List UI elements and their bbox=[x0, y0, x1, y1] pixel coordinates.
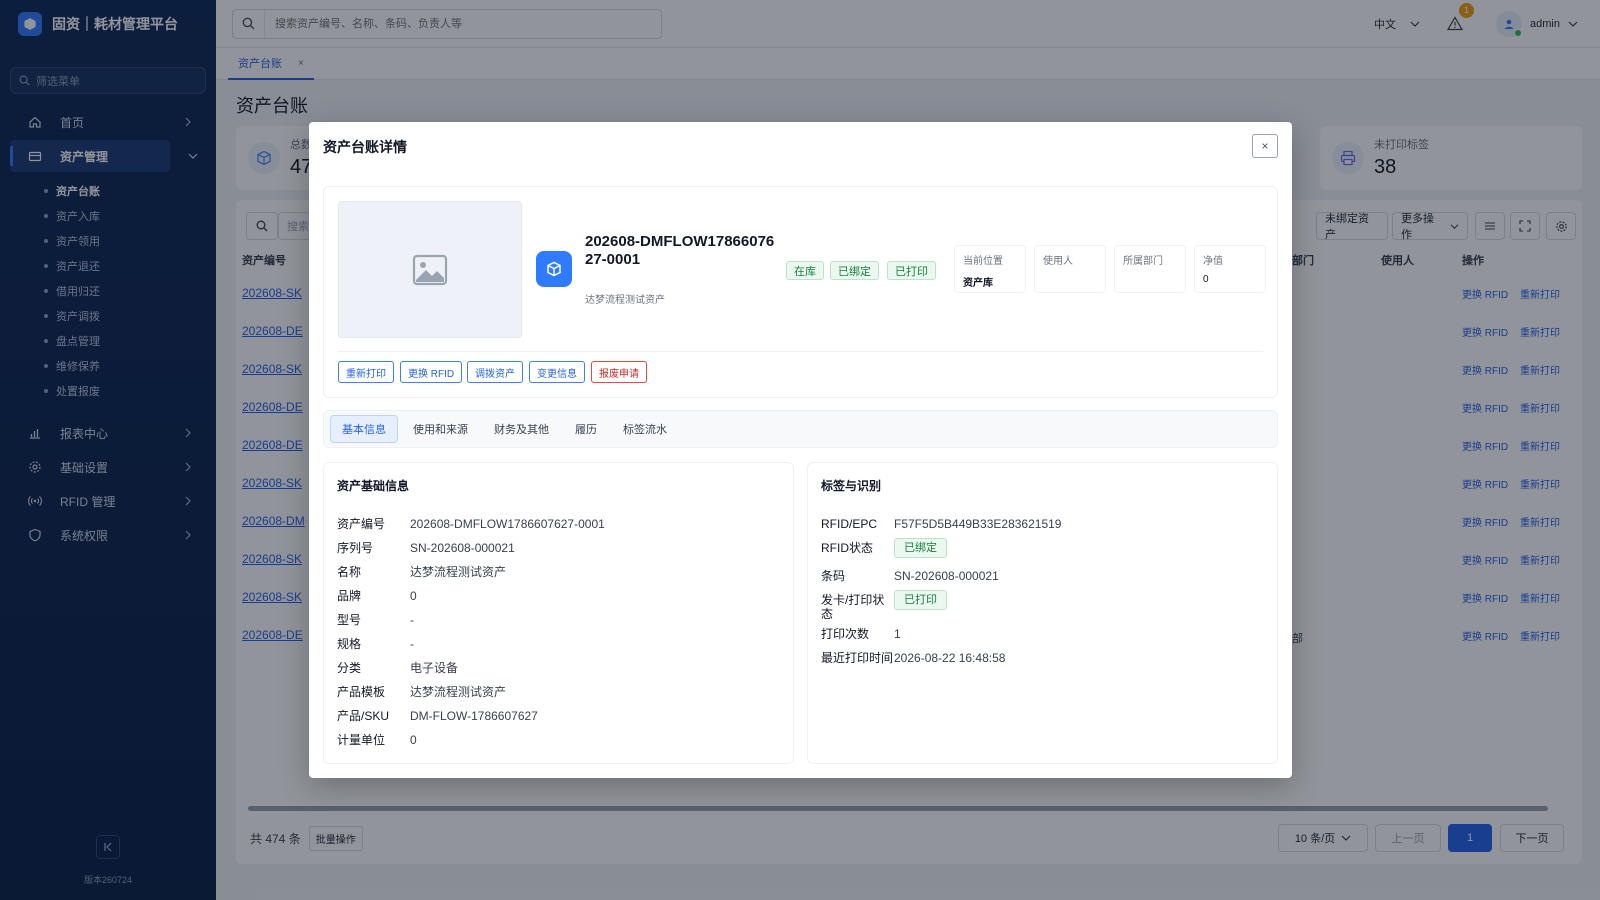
cube-icon bbox=[536, 251, 572, 287]
field-label: RFID状态 bbox=[821, 541, 873, 555]
asset-name: 达梦流程测试资产 bbox=[585, 295, 665, 306]
change-info-button[interactable]: 变更信息 bbox=[529, 361, 585, 383]
field-value: 电子设备 bbox=[410, 661, 459, 675]
reprint-button[interactable]: 重新打印 bbox=[338, 361, 394, 383]
field-unit: 计量单位 0 bbox=[337, 733, 780, 747]
label-identification-panel: 标签与识别 RFID/EPC F57F5D5B449B33E283621519 R… bbox=[807, 462, 1278, 764]
replace-rfid-button[interactable]: 更换 RFID bbox=[400, 361, 463, 383]
asset-detail-modal: 资产台账详情 × 202608-DMFLOW1786607627-0001 达梦… bbox=[309, 122, 1292, 778]
field-sku: 产品/SKU DM-FLOW-1786607627 bbox=[337, 709, 780, 723]
field-value: DM-FLOW-1786607627 bbox=[410, 709, 538, 723]
field-asset-no: 资产编号 202608-DMFLOW1786607627-0001 bbox=[337, 517, 780, 531]
field-value: SN-202608-000021 bbox=[894, 569, 999, 583]
field-value: - bbox=[410, 613, 414, 627]
field-label: 打印次数 bbox=[821, 627, 870, 641]
panel-title: 资产基础信息 bbox=[337, 479, 410, 493]
info-user: 使用人 bbox=[1034, 245, 1106, 293]
info-department: 所属部门 bbox=[1114, 245, 1186, 293]
field-label: 型号 bbox=[337, 613, 362, 627]
image-placeholder-icon bbox=[338, 201, 522, 338]
status-badge: 已打印 bbox=[894, 590, 947, 610]
status-badge: 已绑定 bbox=[894, 538, 947, 558]
field-value: 202608-DMFLOW1786607627-0001 bbox=[410, 517, 605, 531]
field-label: 计量单位 bbox=[337, 733, 386, 747]
field-name: 名称 达梦流程测试资产 bbox=[337, 565, 780, 579]
field-value: SN-202608-000021 bbox=[410, 541, 515, 555]
field-label: 产品/SKU bbox=[337, 709, 390, 723]
modal-close-button[interactable]: × bbox=[1252, 134, 1278, 158]
field-label: 品牌 bbox=[337, 589, 362, 603]
close-icon: × bbox=[1261, 139, 1269, 153]
panel-title: 标签与识别 bbox=[821, 479, 882, 493]
field-label: 资产编号 bbox=[337, 517, 386, 531]
tab-usage-source[interactable]: 使用和来源 bbox=[402, 415, 479, 443]
transfer-asset-button[interactable]: 调拨资产 bbox=[467, 361, 523, 383]
field-value: 达梦流程测试资产 bbox=[410, 565, 507, 579]
field-serial: 序列号 SN-202608-000021 bbox=[337, 541, 780, 555]
field-label: 序列号 bbox=[337, 541, 374, 555]
field-value: 2026-08-22 16:48:58 bbox=[894, 651, 1006, 665]
info-label: 净值 bbox=[1203, 256, 1223, 267]
field-spec: 规格 - bbox=[337, 637, 780, 651]
info-current-location: 当前位置 资产库 bbox=[954, 245, 1026, 293]
tab-history[interactable]: 履历 bbox=[564, 415, 608, 443]
field-value: 达梦流程测试资产 bbox=[410, 685, 507, 699]
asset-number: 202608-DMFLOW1786607627-0001 bbox=[585, 233, 775, 268]
field-label: 最近打印时间 bbox=[821, 651, 894, 665]
field-value: 0 bbox=[410, 589, 417, 603]
info-value: 0 bbox=[1203, 274, 1209, 285]
field-model: 型号 - bbox=[337, 613, 780, 627]
info-value: 资产库 bbox=[963, 278, 993, 289]
tab-finance-other[interactable]: 财务及其他 bbox=[483, 415, 560, 443]
field-rfid-epc: RFID/EPC F57F5D5B449B33E283621519 bbox=[821, 517, 1264, 531]
field-label: 产品模板 bbox=[337, 685, 386, 699]
status-badge-bound: 已绑定 bbox=[830, 261, 879, 280]
detail-tabs: 基本信息 使用和来源 财务及其他 履历 标签流水 bbox=[323, 410, 1278, 448]
info-label: 当前位置 bbox=[963, 256, 1003, 267]
basic-info-panel: 资产基础信息 资产编号 202608-DMFLOW1786607627-0001 … bbox=[323, 462, 794, 764]
asset-summary-card: 202608-DMFLOW1786607627-0001 达梦流程测试资产 在库… bbox=[323, 186, 1278, 398]
field-label: 条码 bbox=[821, 569, 846, 583]
field-category: 分类 电子设备 bbox=[337, 661, 780, 675]
field-last-print-time: 最近打印时间 2026-08-22 16:48:58 bbox=[821, 651, 1264, 665]
field-label: 分类 bbox=[337, 661, 362, 675]
info-label: 使用人 bbox=[1043, 256, 1073, 267]
field-value: 1 bbox=[894, 627, 901, 641]
field-value: - bbox=[410, 637, 414, 651]
field-label: 发卡/打印状态 bbox=[821, 593, 885, 621]
field-value: 0 bbox=[410, 733, 417, 747]
divider bbox=[338, 351, 1263, 352]
status-badge-printed: 已打印 bbox=[887, 261, 936, 280]
field-print-count: 打印次数 1 bbox=[821, 627, 1264, 641]
field-rfid-status: RFID状态 已绑定 bbox=[821, 538, 1264, 558]
field-label: 名称 bbox=[337, 565, 362, 579]
field-label: RFID/EPC bbox=[821, 517, 878, 531]
field-barcode: 条码 SN-202608-000021 bbox=[821, 569, 1264, 583]
field-label: 规格 bbox=[337, 637, 362, 651]
field-template: 产品模板 达梦流程测试资产 bbox=[337, 685, 780, 699]
tab-label-flow[interactable]: 标签流水 bbox=[612, 415, 678, 443]
modal-title: 资产台账详情 bbox=[323, 139, 407, 155]
status-badge-in-stock: 在库 bbox=[786, 261, 824, 280]
info-label: 所属部门 bbox=[1123, 256, 1163, 267]
tab-basic-info[interactable]: 基本信息 bbox=[330, 415, 398, 443]
field-print-status: 发卡/打印状态 已打印 bbox=[821, 590, 1264, 621]
disposal-request-button[interactable]: 报废申请 bbox=[591, 361, 647, 383]
field-brand: 品牌 0 bbox=[337, 589, 780, 603]
field-value: F57F5D5B449B33E283621519 bbox=[894, 517, 1062, 531]
info-net-value: 净值 0 bbox=[1194, 245, 1266, 293]
